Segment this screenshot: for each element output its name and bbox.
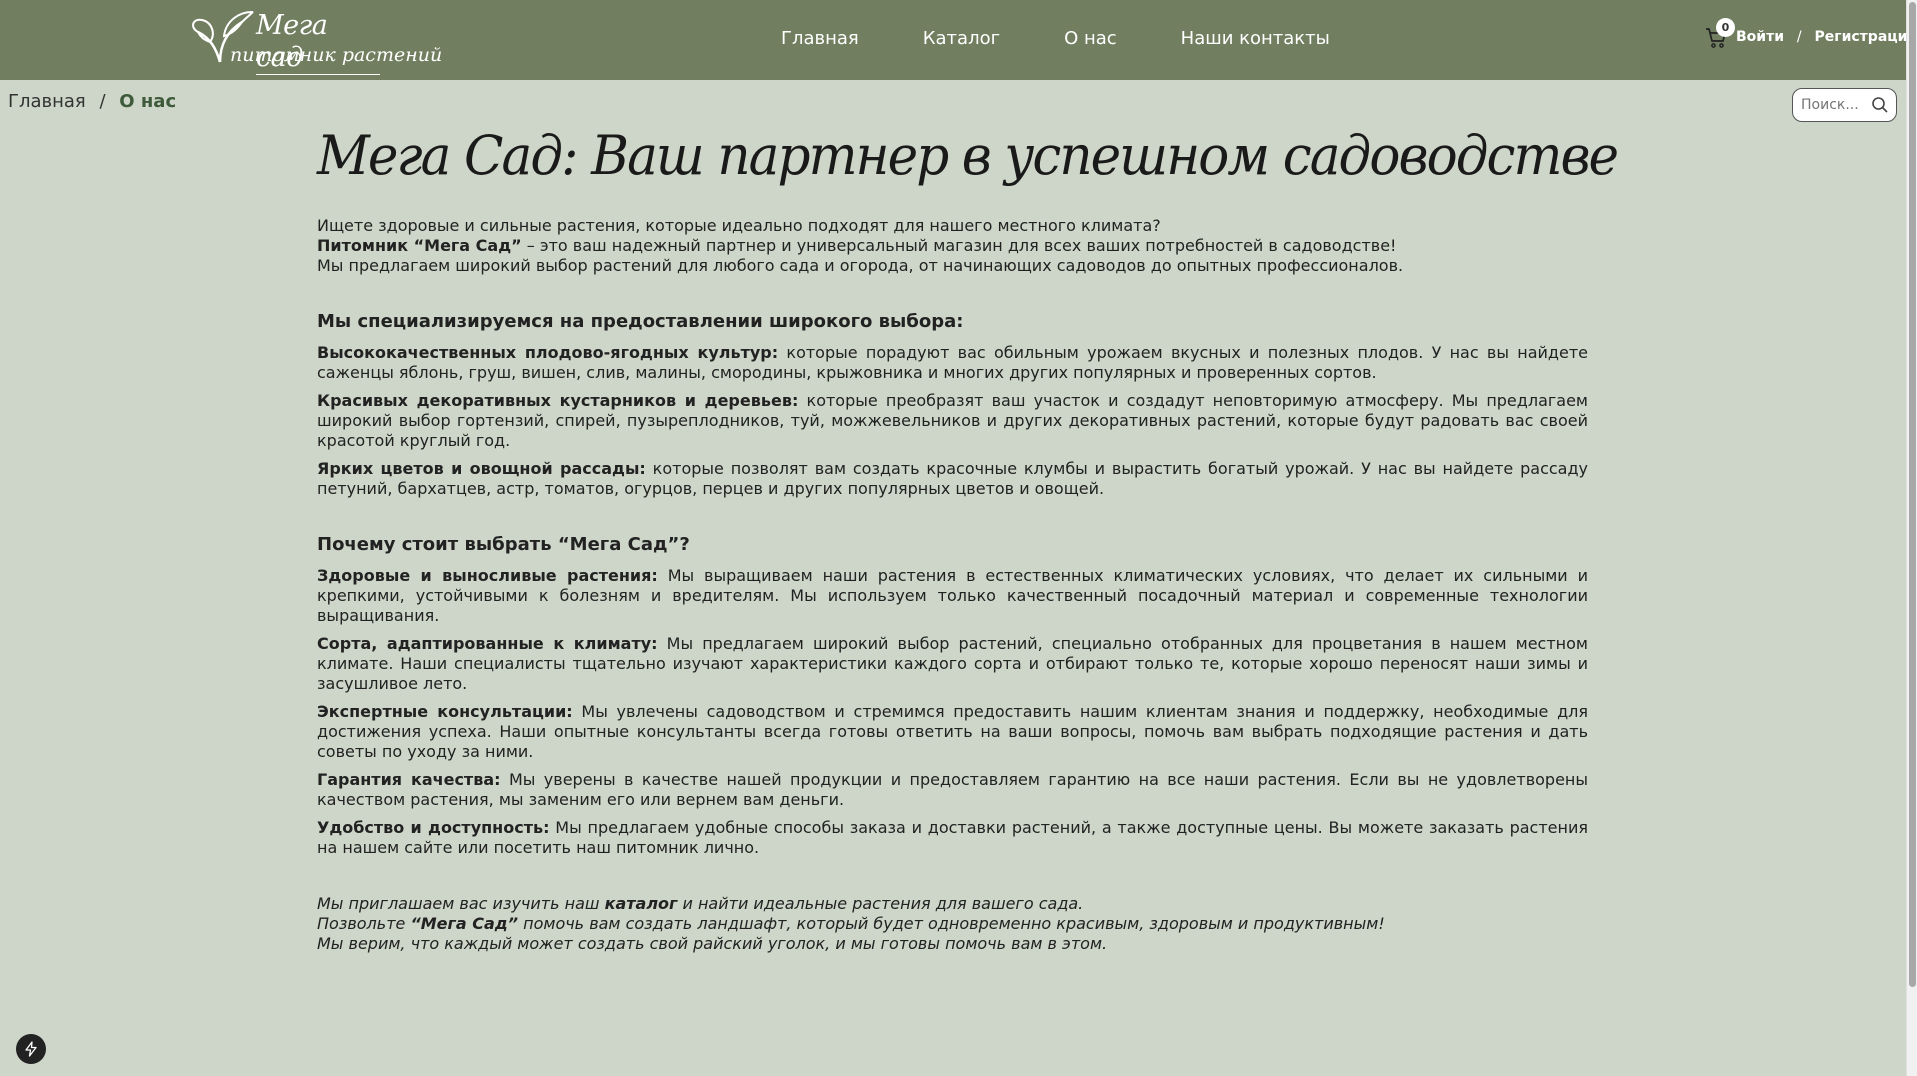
- nav-contacts[interactable]: Наши контакты: [1181, 27, 1330, 51]
- closing-text: Мы приглашаем вас изучить наш: [317, 894, 605, 913]
- closing-line-2: Позвольте “Мега Сад” помочь вам создать …: [317, 914, 1588, 934]
- breadcrumb-current: О нас: [119, 91, 177, 112]
- closing-line-3: Мы верим, что каждый может создать свой …: [317, 934, 1108, 953]
- closing-block: Мы приглашаем вас изучить наш каталог и …: [317, 894, 1588, 954]
- list-item-title: Экспертные консультации:: [317, 702, 573, 721]
- closing-line-1: Мы приглашаем вас изучить наш каталог и …: [317, 894, 1588, 914]
- site-header: Мега сад питомник растений Главная Катал…: [0, 0, 1916, 80]
- list-item: Здоровые и выносливые растения: Мы выращ…: [317, 566, 1588, 626]
- list-item: Экспертные консультации: Мы увлечены сад…: [317, 702, 1588, 762]
- list-item-title: Ярких цветов и овощной рассады:: [317, 459, 646, 478]
- list-item: Высококачественных плодово-ягодных культ…: [317, 343, 1588, 383]
- search-box: [1792, 88, 1897, 122]
- list-item: Гарантия качества: Мы уверены в качестве…: [317, 770, 1588, 810]
- list-item: Красивых декоративных кустарников и дере…: [317, 391, 1588, 451]
- page-title: Мега Сад: Ваш партнер в успешном садовод…: [317, 124, 1619, 187]
- main-nav: Главная Каталог О нас Наши контакты: [781, 27, 1330, 51]
- list-item: Ярких цветов и овощной рассады: которые …: [317, 459, 1588, 499]
- closing-text: и найти идеальные растения для вашего са…: [677, 894, 1084, 913]
- nav-home[interactable]: Главная: [781, 27, 859, 51]
- floating-action-button[interactable]: [16, 1034, 46, 1064]
- page-scrollbar[interactable]: [1906, 0, 1917, 1076]
- search-input[interactable]: [1801, 95, 1871, 115]
- specialize-heading: Мы специализируемся на предоставлении ши…: [317, 311, 964, 332]
- register-link[interactable]: Регистрация: [1815, 29, 1917, 45]
- nav-catalog[interactable]: Каталог: [923, 27, 1000, 51]
- auth-separator: /: [1796, 29, 1802, 45]
- intro-brand: Питомник “Мега Сад”: [317, 236, 522, 255]
- breadcrumb-separator: /: [99, 91, 106, 112]
- list-item-title: Красивых декоративных кустарников и дере…: [317, 391, 799, 410]
- cart-count-badge: 0: [1716, 18, 1735, 37]
- specialize-list: Высококачественных плодово-ягодных культ…: [317, 343, 1588, 499]
- scrollbar-thumb[interactable]: [1909, 2, 1916, 987]
- list-item-title: Здоровые и выносливые растения:: [317, 566, 658, 585]
- breadcrumb: Главная / О нас: [8, 91, 176, 112]
- intro-line-1: Ищете здоровые и сильные растения, котор…: [317, 216, 1161, 235]
- catalog-link[interactable]: каталог: [605, 894, 678, 913]
- intro-line-3: Мы предлагаем широкий выбор растений для…: [317, 256, 1404, 275]
- breadcrumb-home[interactable]: Главная: [8, 91, 86, 112]
- intro-line-2-text: – это ваш надежный партнер и универсальн…: [521, 236, 1397, 255]
- site-logo[interactable]: Мега сад питомник растений: [190, 8, 442, 75]
- lightning-icon: [25, 1041, 37, 1057]
- closing-brand: “Мега Сад”: [410, 914, 519, 933]
- list-item: Удобство и доступность: Мы предлагаем уд…: [317, 818, 1588, 858]
- intro-line-2: Питомник “Мега Сад” – это ваш надежный п…: [317, 236, 1588, 256]
- search-icon[interactable]: [1871, 96, 1889, 114]
- list-item-title: Сорта, адаптированные к климату:: [317, 634, 658, 653]
- list-item-title: Удобство и доступность:: [317, 818, 550, 837]
- login-link[interactable]: Войти: [1736, 29, 1784, 45]
- about-content: Мега Сад: Ваш партнер в успешном садовод…: [317, 108, 1619, 954]
- why-list: Здоровые и выносливые растения: Мы выращ…: [317, 566, 1588, 858]
- logo-subtitle: питомник растений: [230, 44, 443, 66]
- nav-about[interactable]: О нас: [1064, 27, 1117, 51]
- list-item-title: Гарантия качества:: [317, 770, 501, 789]
- why-heading: Почему стоит выбрать “Мега Сад”?: [317, 534, 690, 555]
- closing-text: Позвольте: [317, 914, 411, 933]
- list-item-title: Высококачественных плодово-ягодных культ…: [317, 343, 779, 362]
- intro-block: Ищете здоровые и сильные растения, котор…: [317, 216, 1588, 276]
- closing-text: помочь вам создать ландшафт, который буд…: [518, 914, 1385, 933]
- list-item-text: Мы уверены в качестве нашей продукции и …: [317, 770, 1588, 809]
- list-item: Сорта, адаптированные к климату: Мы пред…: [317, 634, 1588, 694]
- auth-links: Войти / Регистрация: [1736, 29, 1916, 45]
